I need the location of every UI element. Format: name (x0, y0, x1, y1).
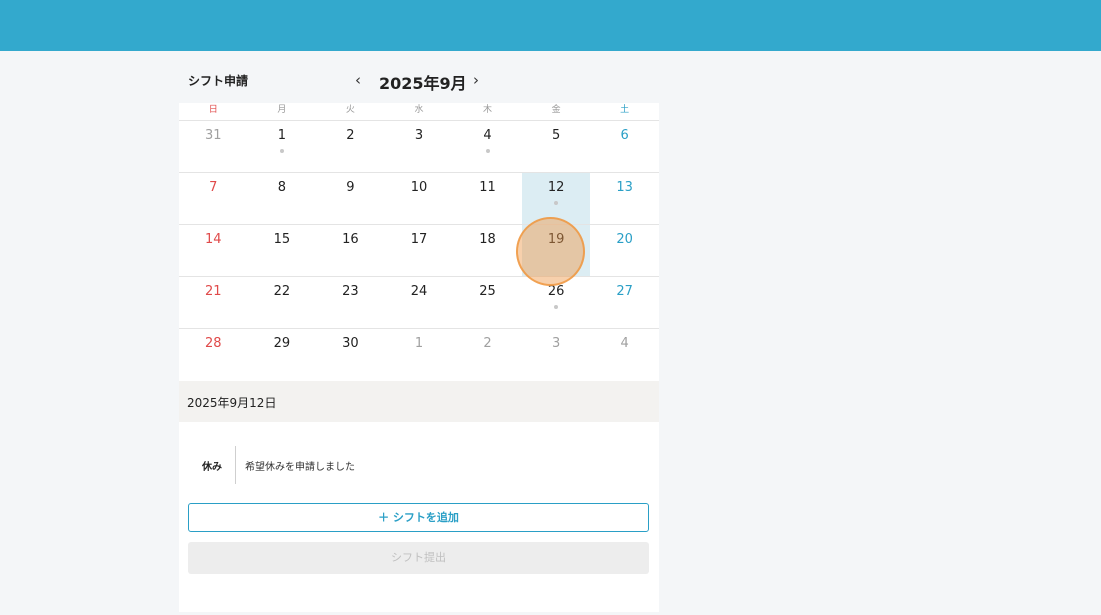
calendar-day[interactable]: 24 (385, 277, 454, 328)
request-type-label: 休み (202, 462, 222, 473)
selected-date-bar: 2025年9月12日 (179, 381, 659, 422)
calendar-day[interactable]: 3 (522, 329, 591, 380)
calendar-day[interactable]: 17 (385, 225, 454, 276)
calendar-day[interactable]: 31 (179, 121, 248, 172)
day-number: 26 (547, 284, 565, 299)
calendar-day-selected[interactable]: 12 (521, 173, 591, 224)
calendar-day[interactable]: 15 (248, 225, 317, 276)
calendar-day[interactable]: 4 (453, 121, 522, 172)
day-number: 12 (547, 180, 565, 195)
calendar-week: 14 15 16 17 18 19 20 (179, 224, 659, 276)
calendar-day[interactable]: 27 (590, 277, 659, 328)
calendar-week: 7 8 9 10 11 12 13 (179, 172, 659, 224)
next-month-button[interactable]: › (473, 71, 479, 89)
divider (235, 446, 236, 484)
calendar-day[interactable]: 11 (453, 173, 522, 224)
add-shift-button[interactable]: ＋ シフトを追加 (188, 503, 649, 532)
calendar-day[interactable]: 20 (590, 225, 659, 276)
weekday-label: 木 (483, 105, 493, 115)
page-title: シフト申請 (188, 74, 249, 88)
weekday-label: 火 (345, 105, 355, 115)
calendar-day[interactable]: 26 (522, 277, 591, 328)
calendar-day[interactable]: 10 (385, 173, 454, 224)
calendar-day[interactable]: 21 (179, 277, 248, 328)
calendar-day[interactable]: 1 (248, 121, 317, 172)
calendar: 日 月 火 水 木 金 土 31 1 2 3 4 5 6 7 8 9 10 11… (179, 103, 659, 381)
shift-detail: 休み 希望休みを申請しました ＋ シフトを追加 シフト提出 (179, 422, 659, 612)
shift-indicator-dot (485, 149, 490, 153)
calendar-day[interactable]: 16 (316, 225, 385, 276)
submit-shift-button[interactable]: シフト提出 (188, 542, 649, 574)
calendar-day[interactable]: 3 (385, 121, 454, 172)
calendar-header: シフト申請 ‹ 2025年9月 › (179, 51, 659, 103)
calendar-day[interactable]: 28 (179, 329, 248, 380)
calendar-day[interactable]: 19 (521, 225, 591, 276)
day-number: 4 (483, 128, 492, 143)
calendar-day[interactable]: 5 (522, 121, 591, 172)
calendar-week: 28 29 30 1 2 3 4 (179, 328, 659, 380)
calendar-day[interactable]: 18 (453, 225, 522, 276)
calendar-day[interactable]: 23 (316, 277, 385, 328)
month-label: 2025年9月 (379, 74, 467, 93)
calendar-day[interactable]: 9 (316, 173, 385, 224)
calendar-week: 21 22 23 24 25 26 27 (179, 276, 659, 328)
calendar-day[interactable]: 29 (248, 329, 317, 380)
weekday-label: 日 (208, 105, 218, 115)
day-number: 1 (277, 128, 286, 143)
shift-indicator-dot (554, 305, 559, 309)
calendar-day[interactable]: 13 (590, 173, 659, 224)
calendar-day[interactable]: 4 (590, 329, 659, 380)
selected-date-label: 2025年9月12日 (187, 396, 277, 410)
request-message: 希望休みを申請しました (245, 462, 355, 473)
calendar-day[interactable]: 30 (316, 329, 385, 380)
shift-request-panel: シフト申請 ‹ 2025年9月 › 日 月 火 水 木 金 土 31 1 2 3… (179, 51, 659, 612)
calendar-day[interactable]: 6 (590, 121, 659, 172)
weekday-header: 日 月 火 水 木 金 土 (179, 103, 659, 120)
weekday-label: 月 (277, 105, 287, 115)
weekday-label: 金 (551, 105, 561, 115)
calendar-day[interactable]: 2 (316, 121, 385, 172)
calendar-day[interactable]: 1 (385, 329, 454, 380)
calendar-day[interactable]: 22 (248, 277, 317, 328)
weekday-label: 土 (620, 105, 630, 115)
shift-request-item: 休み 希望休みを申請しました (188, 445, 648, 485)
calendar-week: 31 1 2 3 4 5 6 (179, 120, 659, 172)
calendar-day[interactable]: 25 (453, 277, 522, 328)
calendar-day[interactable]: 14 (179, 225, 248, 276)
prev-month-button[interactable]: ‹ (355, 71, 361, 89)
shift-indicator-dot (554, 201, 559, 205)
top-bar (0, 0, 1101, 51)
shift-indicator-dot (279, 149, 284, 153)
calendar-day[interactable]: 7 (179, 173, 248, 224)
calendar-day[interactable]: 8 (248, 173, 317, 224)
calendar-day[interactable]: 2 (453, 329, 522, 380)
weekday-label: 水 (414, 105, 424, 115)
